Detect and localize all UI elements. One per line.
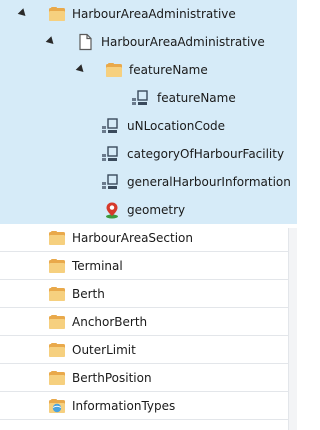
folder-icon [49,259,65,273]
tree-item-folder[interactable]: BerthPosition [0,364,297,392]
tree-item-feature-name-attribute[interactable]: featureName [0,84,297,112]
tree-item-label: geometry [127,203,186,217]
attribute-icon [102,146,118,161]
geometry-pin-icon [106,202,118,219]
collapse-arrow-icon[interactable] [75,64,87,75]
folder-icon [49,287,65,301]
tree-item-attribute[interactable]: categoryOfHarbourFacility [0,140,297,168]
tree-item-label: HarbourAreaAdministrative [101,35,265,49]
folder-icon [49,231,65,245]
document-icon [79,33,92,51]
tree-item-folder[interactable]: Berth [0,280,297,308]
tree-item-label: generalHarbourInformation [127,175,291,189]
folder-icon [49,371,65,385]
folder-icon [49,343,65,357]
information-types-folder-icon [49,399,65,413]
collapse-arrow-icon[interactable] [45,36,57,47]
tree-item-feature[interactable]: HarbourAreaAdministrative [0,28,297,56]
feature-catalogue-tree: HarbourAreaAdministrative HarbourAreaAdm… [0,0,297,420]
folder-icon [106,63,122,77]
tree-item-label: HarbourAreaSection [72,231,194,245]
tree-item-label: BerthPosition [72,371,152,385]
tree-item-label: featureName [157,91,236,105]
tree-item-attribute[interactable]: generalHarbourInformation [0,168,297,196]
collapse-arrow-icon[interactable] [17,8,29,19]
tree-item-label: InformationTypes [72,399,176,413]
tree-item-folder[interactable]: OuterLimit [0,336,297,364]
tree-item-harbour-area-administrative[interactable]: HarbourAreaAdministrative [0,0,297,28]
tree-item-information-types[interactable]: InformationTypes [0,392,297,420]
tree-item-label: HarbourAreaAdministrative [72,7,236,21]
tree-item-folder[interactable]: HarbourAreaSection [0,224,297,252]
tree-item-attribute[interactable]: uNLocationCode [0,112,297,140]
attribute-icon [102,118,118,133]
tree-item-label: uNLocationCode [127,119,226,133]
tree-item-geometry[interactable]: geometry [0,196,297,224]
tree-item-feature-name-group[interactable]: featureName [0,56,297,84]
folder-icon [49,7,65,21]
tree-item-label: AnchorBerth [72,315,148,329]
tree-item-folder[interactable]: Terminal [0,252,297,280]
folder-icon [49,315,65,329]
tree-item-label: categoryOfHarbourFacility [127,147,285,161]
tree-item-label: OuterLimit [72,343,136,357]
tree-item-label: featureName [129,63,208,77]
attribute-icon [102,174,118,189]
attribute-icon [132,90,148,105]
tree-item-label: Terminal [72,259,123,273]
tree-item-folder[interactable]: AnchorBerth [0,308,297,336]
scrollbar-track[interactable] [288,228,297,430]
tree-item-label: Berth [72,287,105,301]
